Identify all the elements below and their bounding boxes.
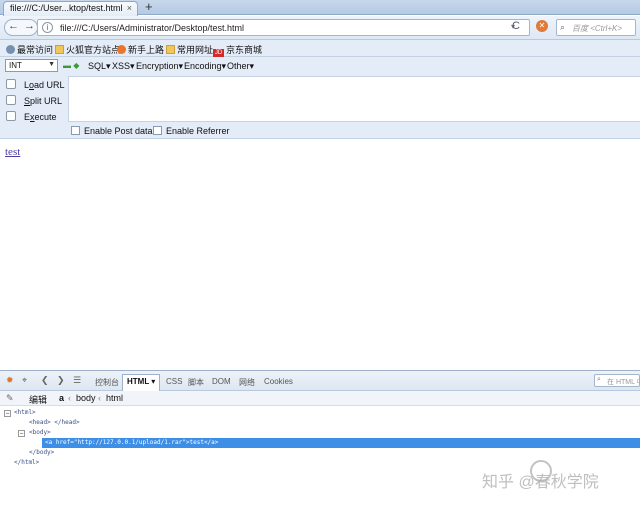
- tab-title: file:///C:/User...ktop/test.html: [10, 3, 123, 13]
- checkbox-icon: [153, 126, 162, 135]
- reload-icon[interactable]: C: [512, 20, 520, 32]
- checkbox-icon: [71, 126, 80, 135]
- menu-encryption[interactable]: Encryption▾: [136, 61, 183, 72]
- type-select[interactable]: INT ▼: [5, 59, 58, 72]
- tree-node-a-selected[interactable]: <a href="http://127.0.0.1/upload/1.rar">…: [42, 438, 640, 448]
- tab-strip: file:///C:/User...ktop/test.html × +: [0, 0, 640, 16]
- hackbar-url-textarea[interactable]: [68, 76, 640, 122]
- inspect-icon[interactable]: ⌖: [22, 375, 27, 386]
- firebug-toolbar: ✹ ⌖ ❮ ❯ ☰ 控制台 HTML ▾ CSS 脚本 DOM 网络 Cooki…: [0, 371, 640, 391]
- tree-node-body-close[interactable]: </body>: [29, 448, 54, 458]
- collapse-icon[interactable]: −: [4, 410, 11, 417]
- search-input[interactable]: ⌕ 百度 <Ctrl+K>: [556, 19, 636, 36]
- green-arrows-icon[interactable]: ▬ ◆: [63, 61, 79, 70]
- breadcrumb-html[interactable]: html: [106, 393, 123, 403]
- tab-cookies[interactable]: Cookies: [264, 377, 293, 386]
- split-url-button[interactable]: Split URL: [6, 95, 62, 106]
- tab-css[interactable]: CSS: [166, 377, 182, 386]
- tree-node-html-close[interactable]: </html>: [14, 458, 39, 468]
- breadcrumb-separator: ‹: [68, 393, 71, 403]
- tab-html[interactable]: HTML ▾: [122, 374, 161, 391]
- firefox-icon: [117, 45, 126, 54]
- breadcrumb-separator: ‹: [98, 393, 101, 403]
- execute-button[interactable]: Execute: [6, 111, 57, 122]
- tab-network[interactable]: 网络: [239, 377, 255, 388]
- tree-node-body[interactable]: <body>: [29, 428, 51, 438]
- split-url-icon: [6, 95, 16, 105]
- firebug-icon[interactable]: ✹: [6, 375, 14, 386]
- watermark: 知乎 @春秋学院: [482, 474, 599, 491]
- tab-script[interactable]: 脚本: [188, 377, 204, 388]
- hackbar-panel: INT ▼ ▬ ◆ SQL▾ XSS▾ Encryption▾ Encoding…: [0, 57, 640, 139]
- tab-dom[interactable]: DOM: [212, 377, 231, 386]
- menu-xss[interactable]: XSS▾: [112, 61, 135, 72]
- stop-icon[interactable]: ✕: [536, 20, 548, 32]
- list-icon[interactable]: ☰: [73, 375, 81, 386]
- breadcrumb-body[interactable]: body: [76, 393, 96, 403]
- html-search-input[interactable]: ⌕ 在 HTML 中搜索: [594, 374, 640, 387]
- folder-icon: [166, 45, 175, 54]
- test-link[interactable]: test: [5, 146, 20, 158]
- browser-tab[interactable]: file:///C:/User...ktop/test.html ×: [3, 1, 138, 16]
- page-content: test: [0, 140, 640, 370]
- bookmarks-bar: 最常访问 火狐官方站点 新手上路 常用网址 JD 京东商城: [0, 40, 640, 58]
- collapse-icon[interactable]: −: [18, 430, 25, 437]
- folder-icon: [55, 45, 64, 54]
- edit-button[interactable]: 编辑: [29, 393, 47, 406]
- search-engine-icon: ⌕: [560, 22, 566, 32]
- search-icon: ⌕: [597, 376, 601, 383]
- url-text[interactable]: file:///C:/Users/Administrator/Desktop/t…: [60, 23, 244, 33]
- back-arrow-icon[interactable]: ←: [8, 20, 19, 32]
- tab-console[interactable]: 控制台: [95, 377, 119, 388]
- breadcrumb: ✎ 编辑 a ‹ body ‹ html: [0, 391, 640, 406]
- tree-node-head[interactable]: <head> </head>: [29, 418, 80, 428]
- select-value: INT: [9, 61, 22, 70]
- bookmark-getting-started[interactable]: 新手上路: [117, 43, 164, 56]
- close-tab-icon[interactable]: ×: [127, 3, 132, 13]
- chevron-down-icon: ▼: [48, 61, 55, 68]
- menu-sql[interactable]: SQL▾: [88, 61, 111, 72]
- load-url-icon: [6, 79, 16, 89]
- forward-arrow-icon[interactable]: →: [24, 20, 35, 32]
- load-url-button[interactable]: Load URL: [6, 79, 65, 90]
- back-forward-group: ← →: [4, 19, 38, 36]
- gear-icon: [6, 45, 15, 54]
- search-placeholder: 百度 <Ctrl+K>: [572, 24, 623, 33]
- menu-other[interactable]: Other▾: [227, 61, 254, 72]
- enable-post-data-checkbox[interactable]: Enable Post data: [71, 126, 153, 136]
- bookmark-jd[interactable]: JD 京东商城: [213, 43, 262, 58]
- bookmark-most-visited[interactable]: 最常访问: [6, 43, 53, 56]
- html-search-placeholder: 在 HTML 中搜索: [607, 379, 640, 386]
- menu-encoding[interactable]: Encoding▾: [184, 61, 226, 72]
- site-info-icon[interactable]: i: [42, 22, 53, 33]
- forward-icon[interactable]: ❯: [57, 375, 65, 386]
- url-bar[interactable]: i file:///C:/Users/Administrator/Desktop…: [37, 19, 530, 36]
- execute-icon: [6, 111, 16, 121]
- edit-icon[interactable]: ✎: [6, 393, 14, 404]
- tree-node-html[interactable]: <html>: [14, 408, 36, 418]
- enable-referrer-checkbox[interactable]: Enable Referrer: [153, 126, 230, 136]
- back-icon[interactable]: ❮: [41, 375, 49, 386]
- new-tab-button[interactable]: +: [145, 0, 153, 14]
- breadcrumb-a[interactable]: a: [59, 393, 64, 403]
- bookmark-firefox-site[interactable]: 火狐官方站点: [55, 43, 120, 56]
- bookmark-common-sites[interactable]: 常用网址: [166, 43, 213, 56]
